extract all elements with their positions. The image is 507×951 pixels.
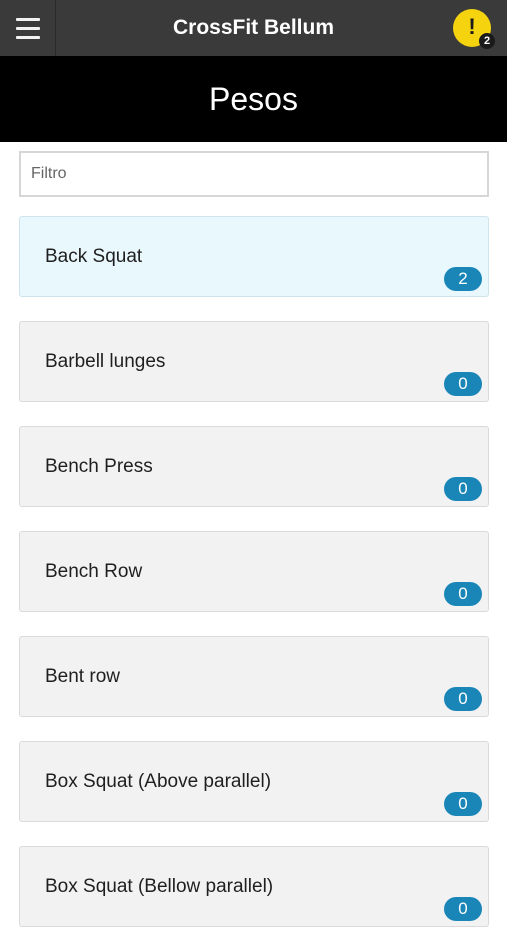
item-label: Bench Press xyxy=(45,456,153,477)
count-badge: 0 xyxy=(444,897,482,921)
list-item[interactable]: Box Squat (Bellow parallel) 0 xyxy=(19,846,489,927)
filter-input[interactable] xyxy=(19,151,489,197)
count-badge: 2 xyxy=(444,267,482,291)
item-label: Barbell lunges xyxy=(45,351,166,372)
list-item[interactable]: Bench Row 0 xyxy=(19,531,489,612)
exercise-list: Back Squat 2 Barbell lunges 0 Bench Pres… xyxy=(19,216,489,951)
alert-button[interactable]: ! 2 xyxy=(453,9,495,49)
top-bar: CrossFit Bellum ! 2 xyxy=(0,0,507,56)
page-title: Pesos xyxy=(209,81,298,117)
list-item[interactable]: Barbell lunges 0 xyxy=(19,321,489,402)
list-item[interactable]: Back Squat 2 xyxy=(19,216,489,297)
hamburger-icon-line xyxy=(15,35,40,39)
page-header: Pesos xyxy=(0,56,507,142)
item-label: Bent row xyxy=(45,666,120,687)
item-label: Box Squat (Bellow parallel) xyxy=(45,876,274,897)
list-item[interactable]: Bench Press 0 xyxy=(19,426,489,507)
app-title: CrossFit Bellum xyxy=(172,16,335,39)
list-item[interactable]: Box Squat (Above parallel) 0 xyxy=(19,741,489,822)
count-badge: 0 xyxy=(444,477,482,501)
count-badge: 0 xyxy=(444,372,482,396)
count-badge: 0 xyxy=(444,792,482,816)
item-label: Box Squat (Above parallel) xyxy=(45,771,272,792)
hamburger-icon-line xyxy=(15,26,40,30)
hamburger-icon-line xyxy=(15,17,40,21)
list-item[interactable]: Bent row 0 xyxy=(19,636,489,717)
item-label: Back Squat xyxy=(45,246,143,267)
count-badge: 0 xyxy=(444,687,482,711)
item-label: Bench Row xyxy=(45,561,143,582)
alert-count-badge: 2 xyxy=(479,33,495,49)
count-badge: 0 xyxy=(444,582,482,606)
exclamation-icon: ! xyxy=(468,14,476,39)
menu-button[interactable] xyxy=(0,0,56,56)
